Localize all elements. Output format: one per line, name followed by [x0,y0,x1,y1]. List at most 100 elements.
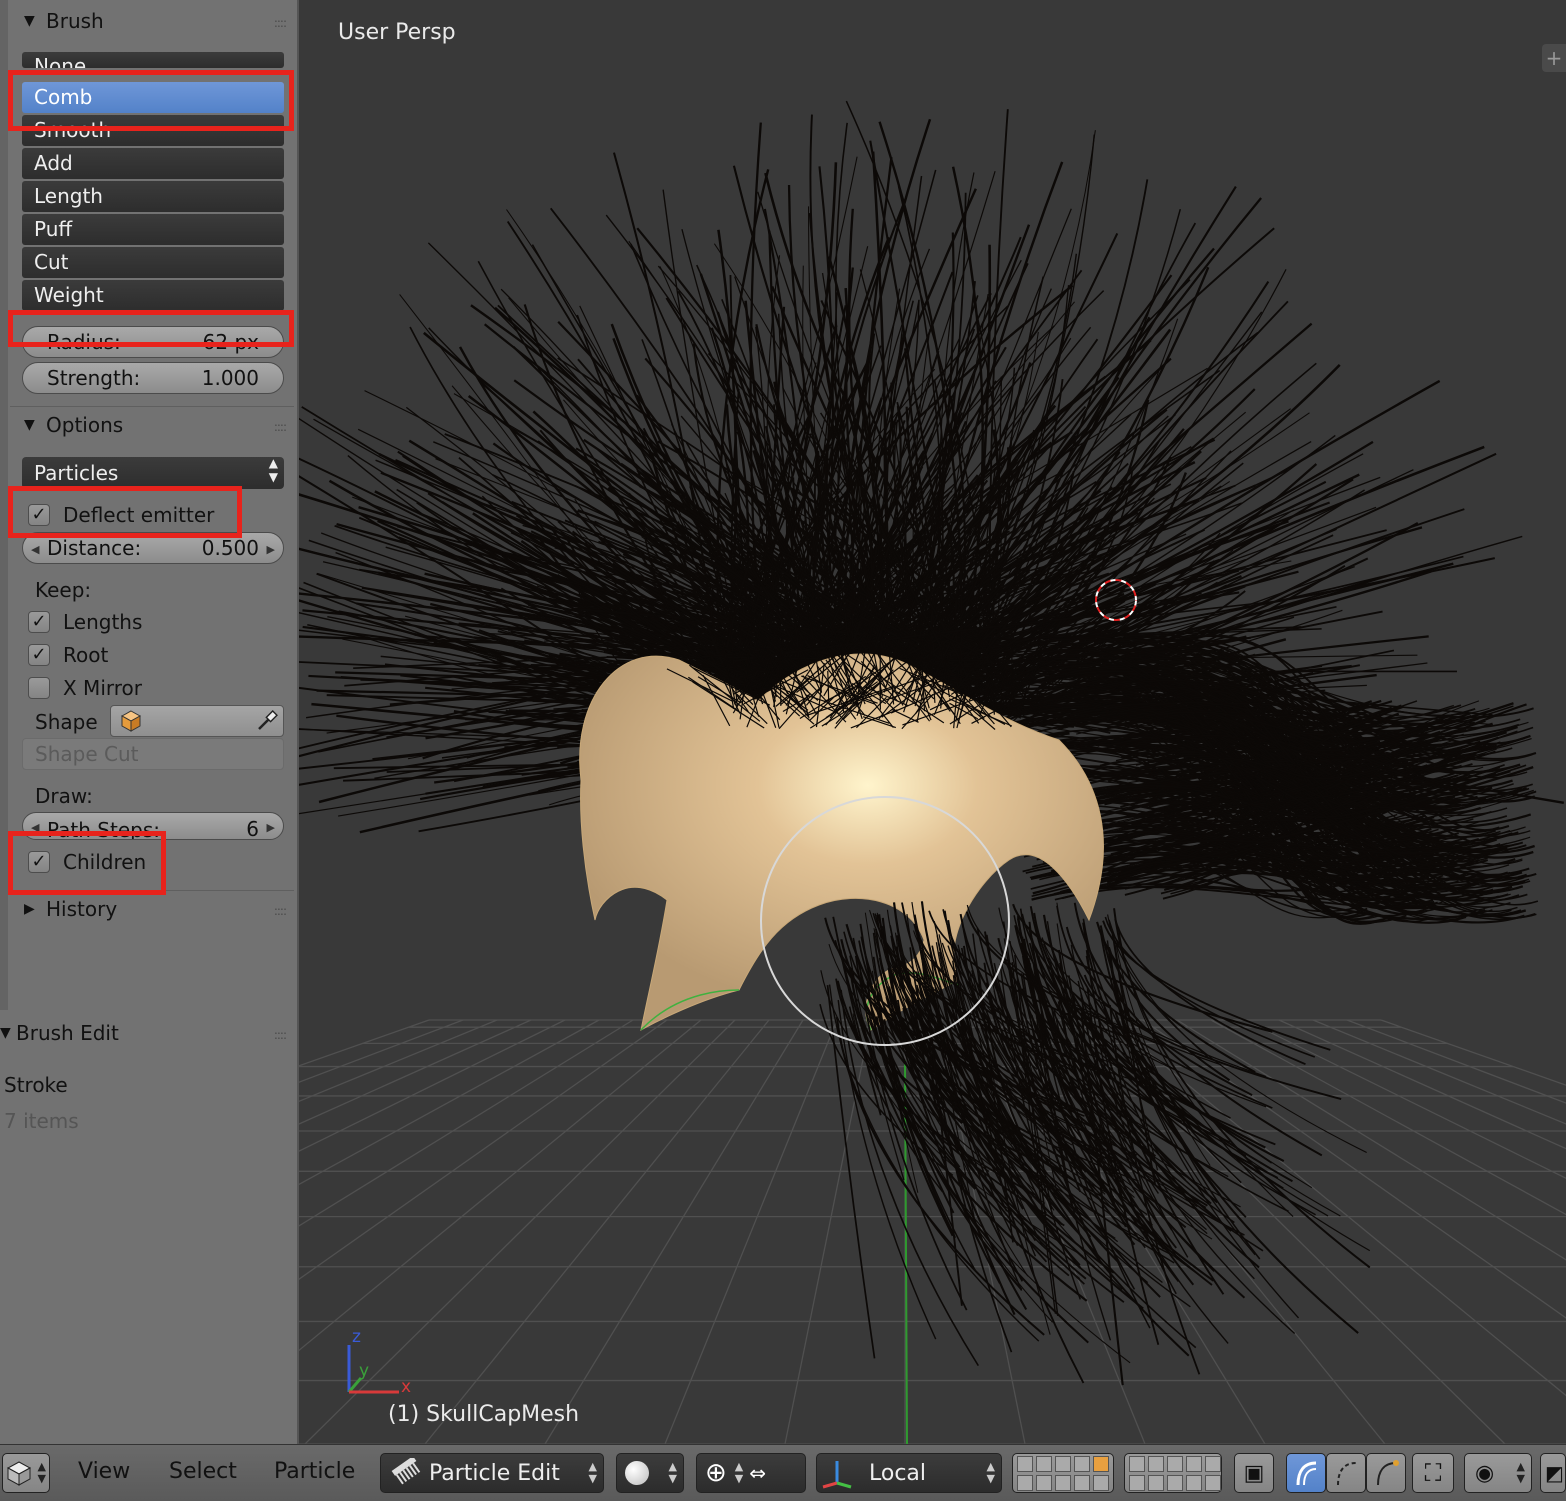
limit-selection-icon: ⛶ [1425,1459,1442,1487]
updown-arrows-icon: ▲▼ [269,456,278,484]
layers-group-1[interactable] [1012,1453,1114,1493]
stroke-label: Stroke [4,1073,68,1097]
right-arrow-icon[interactable]: ▶ [267,821,275,834]
keep-label: Keep: [35,578,91,602]
highlight-deflect-emitter [8,486,242,538]
proportional-icon: ◉ [1475,1461,1494,1486]
expand-triangle-icon: ▶ [24,901,46,917]
stroke-value: 7 items [4,1109,79,1133]
y-axis-label: y [359,1361,369,1381]
comb-icon [387,1458,421,1488]
distance-value: 0.500 [202,536,259,560]
keep-root-checkbox[interactable]: ✓ Root [28,640,108,670]
shape-cut-button[interactable]: Shape Cut [22,738,284,770]
path-steps-value: 6 [246,817,259,840]
eyedropper-icon[interactable] [255,709,279,733]
layer-buttons[interactable] [1017,1456,1109,1491]
mode-dropdown[interactable]: Particle Edit ▲▼ [380,1453,604,1493]
keep-root-label: Root [63,643,108,667]
panel-grip-icon[interactable]: :::: [274,16,286,30]
select-point-button[interactable] [1326,1453,1366,1493]
history-panel-header[interactable]: ▶ History :::: [24,894,286,924]
collapse-triangle-icon: ▼ [24,13,46,29]
updown-arrows-icon: ▲▼ [38,1461,46,1485]
operator-panel: ▼ Brush Edit :::: Stroke 7 items [0,1012,297,1444]
brush-item-add[interactable]: Add [22,148,284,179]
updown-arrows-icon: ▲▼ [589,1461,597,1485]
brush-item-cut[interactable]: Cut [22,247,284,278]
brush-edit-title: Brush Edit [16,1021,119,1045]
brush-edit-panel-header[interactable]: ▼ Brush Edit :::: [0,1018,286,1048]
orientation-value: Local [869,1461,926,1486]
menu-particle[interactable]: Particle [274,1459,355,1484]
layer-buttons[interactable] [1129,1456,1221,1491]
updown-arrows-icon: ▲▼ [1517,1461,1525,1485]
limit-selection-button[interactable]: ⛶ [1412,1453,1454,1493]
layer-lock-icon: ▣ [1244,1461,1265,1486]
highlight-children [8,831,166,895]
panel-grip-icon[interactable]: :::: [274,1028,286,1042]
pivot-point-icon: ⊕ [705,1458,727,1488]
shape-object-field[interactable] [110,705,284,737]
left-arrow-icon[interactable]: ◀ [31,543,39,556]
right-arrow-icon[interactable]: ▶ [267,543,275,556]
draw-label: Draw: [35,784,93,808]
distance-label: Distance: [47,536,141,560]
properties-toggle-icon[interactable]: + [1542,44,1566,72]
highlight-comb [8,70,294,131]
select-tip-button[interactable] [1366,1453,1406,1493]
3d-view-icon [6,1460,32,1486]
panel-grip-icon[interactable]: :::: [274,904,286,918]
tip-select-icon [1372,1459,1400,1487]
history-panel-title: History [46,897,117,921]
collapse-triangle-icon: ▼ [24,417,46,433]
updown-arrows-icon: ▲▼ [669,1461,677,1485]
pivot-point-dropdown[interactable]: ⊕ ▲▼ ⇔ [696,1453,806,1493]
brush-panel-header[interactable]: ▼ Brush :::: [24,6,286,36]
keep-lengths-label: Lengths [63,610,142,634]
menu-select[interactable]: Select [169,1459,237,1484]
brush-item-weight[interactable]: Weight [22,280,284,311]
layers-group-2[interactable] [1124,1453,1222,1493]
updown-arrows-icon: ▲▼ [987,1461,995,1485]
highlight-radius [8,310,294,347]
keep-lengths-checkbox[interactable]: ✓ Lengths [28,607,142,637]
shape-label: Shape [35,710,98,734]
active-object-label: (1) SkullCapMesh [388,1402,579,1427]
3d-viewport[interactable]: z y x User Persp (1) SkullCapMesh + [299,0,1566,1444]
shelf-tabs-strip [0,0,8,1010]
strength-slider[interactable]: Strength: 1.000 [22,362,284,394]
lock-layers-button[interactable]: ▣ [1234,1453,1274,1493]
options-panel-header[interactable]: ▼ Options :::: [24,410,286,440]
checkmark-icon: ✓ [28,611,50,633]
checkmark-icon: ✓ [28,644,50,666]
updown-arrows-icon: ▲▼ [735,1461,743,1485]
solid-shading-icon [625,1461,649,1485]
brush-item-puff[interactable]: Puff [22,214,284,245]
menu-view[interactable]: View [78,1459,130,1484]
render-preview-button[interactable]: ◩ [1540,1453,1566,1493]
axis-gizmo: z y x [349,1327,411,1397]
proportional-editing-dropdown[interactable]: ◉ ▲▼ [1464,1453,1532,1493]
view-name-label: User Persp [338,20,456,45]
x-mirror-checkbox[interactable]: X Mirror [28,673,142,703]
select-path-button[interactable] [1286,1453,1326,1493]
x-mirror-label: X Mirror [63,676,142,700]
brush-item-none[interactable]: None [22,52,284,68]
editor-type-button[interactable]: ▲▼ [2,1453,50,1493]
panel-grip-icon[interactable]: :::: [274,420,286,434]
panel-divider [10,406,294,407]
cube-icon [119,709,143,733]
options-panel-title: Options [46,413,123,437]
brush-item-length[interactable]: Length [22,181,284,212]
manipulator-icon[interactable]: ⇔ [749,1461,766,1485]
camera-icon: ◩ [1545,1461,1564,1485]
edit-type-dropdown[interactable]: Particles ▲▼ [22,457,284,489]
scene-canvas[interactable]: z y x [299,0,1566,1444]
z-axis-label: z [352,1327,361,1347]
edit-type-value: Particles [34,461,118,485]
viewport-shading-dropdown[interactable]: ▲▼ [616,1453,684,1493]
viewport-header: ▲▼ View Select Particle Particle Edit ▲▼… [0,1444,1566,1501]
transform-orientation-dropdown[interactable]: Local ▲▼ [816,1453,1002,1493]
brush-panel-title: Brush [46,9,104,33]
